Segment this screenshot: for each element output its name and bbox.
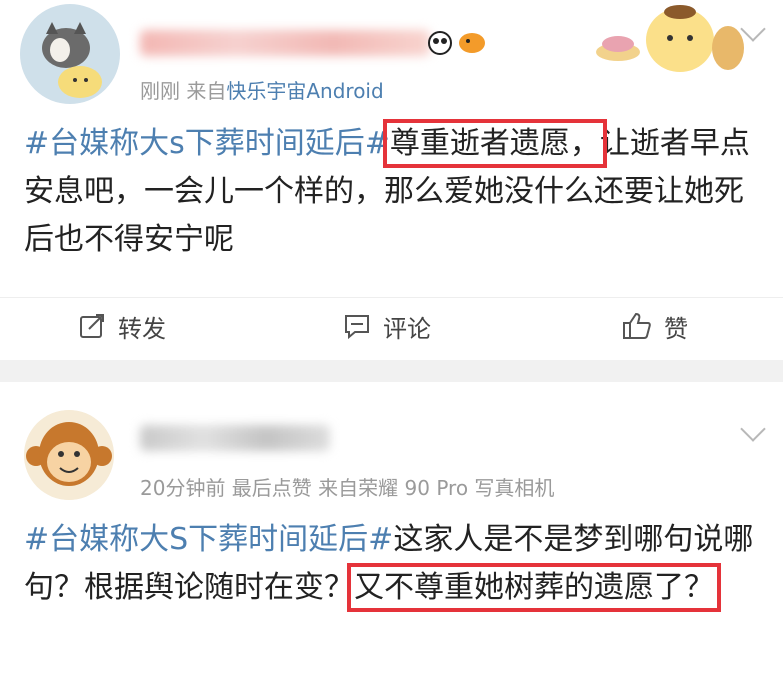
username-blurred[interactable] <box>140 30 430 56</box>
highlighted-text: 尊重逝者遗愿， <box>382 119 607 168</box>
emoji-stickers <box>428 31 485 55</box>
post-source[interactable]: 快乐宇宙Android <box>226 79 383 103</box>
post-text: #台媒称大S下葬时间延后#这家人是不是梦到哪句说哪句？根据舆论随时在变？又不尊重… <box>24 516 769 612</box>
user-avatar[interactable] <box>20 4 120 104</box>
repost-icon <box>80 314 104 338</box>
comment-label: 评论 <box>383 314 431 343</box>
highlighted-text: 又不尊重她树葬的遗愿了？ <box>347 563 721 612</box>
like-button[interactable]: 赞 <box>622 306 688 346</box>
like-label: 赞 <box>664 314 688 343</box>
avatar-monkey-image <box>24 410 114 500</box>
weibo-post: 刚刚 来自快乐宇宙Android #台媒称大s下葬时间延后#尊重逝者遗愿，让逝者… <box>0 0 783 360</box>
post-divider <box>0 360 783 382</box>
post-meta: 20分钟前 最后点赞 来自荣耀 90 Pro 写真相机 <box>140 476 555 500</box>
user-avatar[interactable] <box>24 410 114 500</box>
like-icon <box>623 312 651 339</box>
repost-label: 转发 <box>118 314 166 343</box>
pompompurin-decoration <box>596 5 744 72</box>
comment-icon <box>345 315 369 340</box>
comment-button[interactable]: 评论 <box>343 306 431 346</box>
topic-link[interactable]: #台媒称大s下葬时间延后# <box>24 126 390 161</box>
post-from-label: 来自 <box>186 79 227 103</box>
avatar-cat-image <box>20 4 120 104</box>
action-bar: 转发 评论 赞 <box>0 297 783 352</box>
post-text: #台媒称大s下葬时间延后#尊重逝者遗愿，让逝者早点安息吧，一会儿一个样的，那么爱… <box>24 119 769 264</box>
topic-link[interactable]: #台媒称大S下葬时间延后# <box>24 522 393 557</box>
post-time: 刚刚 <box>140 79 180 103</box>
post-meta: 刚刚 来自快乐宇宙Android <box>140 75 384 104</box>
repost-button[interactable]: 转发 <box>78 306 166 346</box>
username-blurred[interactable] <box>140 425 330 451</box>
